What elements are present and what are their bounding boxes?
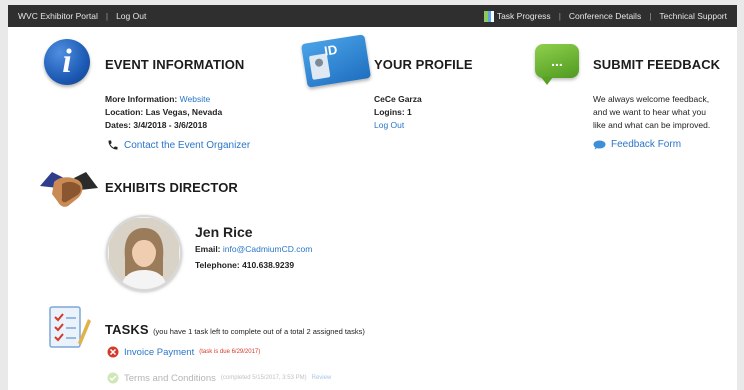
progress-icon — [483, 10, 494, 22]
contact-organizer-link[interactable]: Contact the Event Organizer — [107, 139, 250, 151]
portal-name[interactable]: WVC Exhibitor Portal — [18, 11, 98, 21]
id-card-icon: ID — [300, 34, 372, 88]
director-email-link[interactable]: info@CadmiumCD.com — [223, 244, 312, 254]
id-card-text: ID — [323, 41, 339, 59]
feedback-line: like and what can be improved. — [593, 120, 711, 130]
exhibits-director-heading: EXHIBITS DIRECTOR — [105, 180, 238, 195]
event-information-heading: EVENT INFORMATION — [105, 57, 245, 72]
tasks-heading: TASKS — [105, 322, 149, 337]
conference-details-link[interactable]: Conference Details — [569, 11, 641, 21]
dates-label: Dates: — [105, 120, 131, 130]
logout-link-top[interactable]: Log Out — [116, 11, 146, 21]
task-item-invoice: Invoice Payment (task is due 6/29/2017) — [107, 346, 260, 358]
task-due-note: (task is due 6/29/2017) — [199, 349, 261, 355]
location-label: Location: — [105, 107, 144, 117]
your-profile-heading: YOUR PROFILE — [374, 57, 473, 72]
feedback-form-label: Feedback Form — [611, 139, 682, 150]
review-link[interactable]: Review — [312, 375, 332, 381]
technical-support-link[interactable]: Technical Support — [659, 11, 727, 21]
overdue-icon — [107, 346, 119, 358]
task-progress-link[interactable]: Task Progress — [483, 10, 551, 22]
handshake-icon — [40, 172, 98, 207]
tasks-header: TASKS (you have 1 task left to complete … — [105, 321, 365, 339]
profile-details: CeCe Garza Logins: 1 Log Out — [374, 93, 422, 132]
website-link[interactable]: Website — [180, 94, 211, 104]
person-icon — [109, 218, 179, 288]
info-icon: i — [44, 39, 90, 85]
check-icon — [107, 372, 119, 384]
invoice-payment-link[interactable]: Invoice Payment — [124, 347, 194, 358]
submit-feedback-heading: SUBMIT FEEDBACK — [593, 57, 721, 72]
task-progress-label: Task Progress — [496, 11, 551, 21]
task-item-terms: Terms and Conditions (completed 5/15/201… — [107, 372, 331, 384]
phone-icon — [108, 140, 118, 150]
director-card: Jen Rice Email: info@CadmiumCD.com Telep… — [195, 224, 312, 272]
feedback-line: and we want to hear what you — [593, 107, 706, 117]
terms-conditions-label: Terms and Conditions — [124, 372, 216, 384]
task-completed-note: (completed 5/15/2017, 3:53 PM) — [220, 375, 307, 381]
chat-bubble-icon: ... — [535, 44, 579, 85]
profile-logout-link[interactable]: Log Out — [374, 120, 404, 130]
tasks-summary: (you have 1 task left to complete out of… — [153, 327, 365, 336]
contact-organizer-label: Contact the Event Organizer — [124, 139, 251, 151]
main-panel: i EVENT INFORMATION More Information: We… — [8, 27, 737, 390]
nav-separator: | — [558, 11, 561, 21]
event-details: More Information: Website Location: Las … — [105, 93, 222, 132]
nav-separator: | — [649, 11, 652, 21]
profile-name: CeCe Garza — [374, 94, 422, 104]
top-nav-bar: WVC Exhibitor Portal | Log Out Task Prog… — [8, 5, 737, 27]
location-value: Las Vegas, Nevada — [145, 107, 223, 117]
clipboard-icon — [49, 306, 91, 348]
email-label: Email: — [195, 244, 221, 254]
feedback-form-link[interactable]: Feedback Form — [593, 139, 681, 150]
nav-separator: | — [105, 11, 109, 21]
avatar — [106, 215, 182, 291]
director-telephone: Telephone: 410.638.9239 — [195, 260, 295, 270]
feedback-text: We always welcome feedback, and we want … — [593, 93, 710, 132]
more-info-label: More Information: — [105, 94, 178, 104]
profile-logins: Logins: 1 — [374, 107, 412, 117]
director-name: Jen Rice — [195, 224, 253, 240]
feedback-bubble-icon — [593, 140, 606, 149]
feedback-line: We always welcome feedback, — [593, 94, 710, 104]
dates-value: 3/4/2018 - 3/6/2018 — [133, 120, 208, 130]
